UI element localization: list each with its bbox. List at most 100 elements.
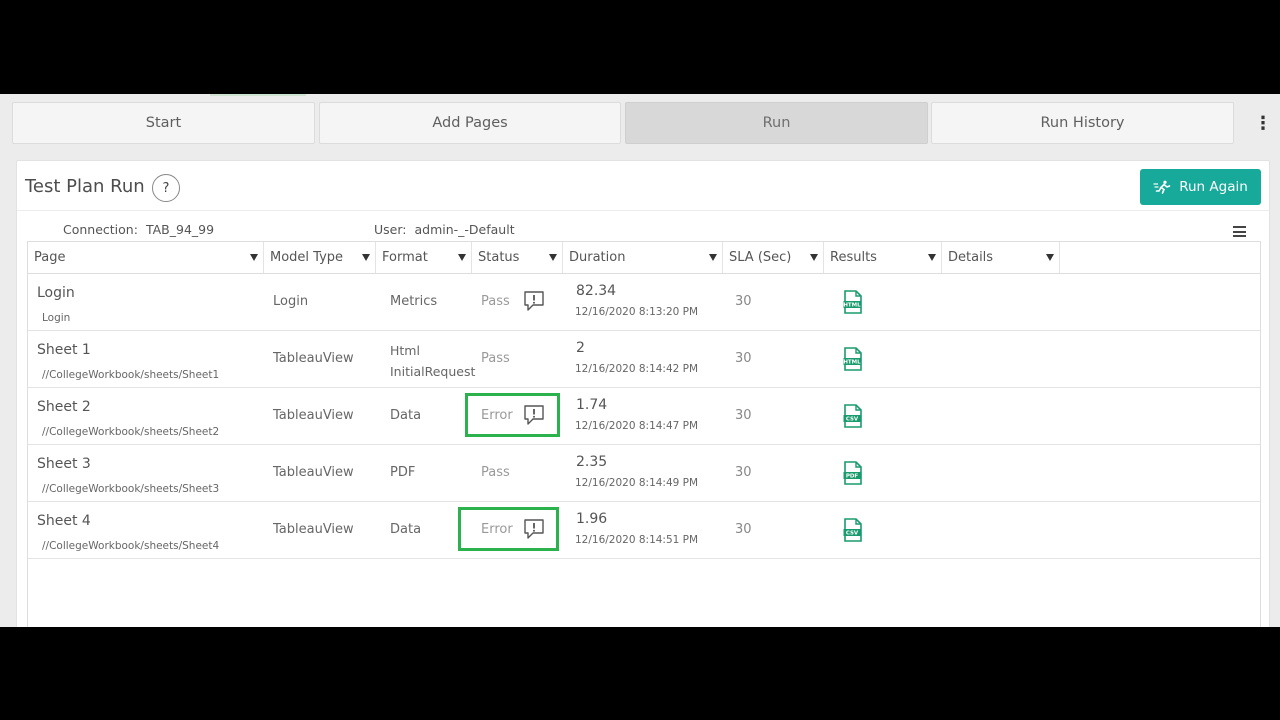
page-path: //CollegeWorkbook/sheets/Sheet1: [42, 369, 220, 381]
panel-divider: [17, 210, 1269, 211]
page-name: Sheet 2: [37, 399, 91, 415]
page-name: Sheet 3: [37, 456, 91, 472]
user-info: User: admin-_-Default: [374, 222, 515, 237]
column-menu-icon[interactable]: [1233, 226, 1246, 237]
wizard-tabs: Start Add Pages Run Run History: [12, 102, 1234, 144]
column-label: Format: [382, 250, 428, 265]
filter-icon[interactable]: [549, 254, 557, 261]
user-label: User:: [374, 222, 407, 237]
model-type: TableauView: [273, 465, 354, 480]
running-person-icon: [1153, 180, 1171, 194]
column-header-model-type[interactable]: Model Type: [264, 242, 376, 273]
status-details-icon[interactable]: [523, 404, 545, 426]
column-header-page[interactable]: Page: [28, 242, 264, 273]
page-path: //CollegeWorkbook/sheets/Sheet3: [42, 483, 220, 495]
column-header-duration[interactable]: Duration: [563, 242, 723, 273]
user-value: admin-_-Default: [414, 222, 515, 237]
csv-file-icon[interactable]: CSV: [843, 404, 863, 428]
run-timestamp: 12/16/2020 8:14:51 PM: [575, 534, 699, 546]
column-label: SLA (Sec): [729, 250, 792, 265]
duration-value: 1.74: [576, 397, 608, 413]
format-value: InitialRequest: [390, 364, 476, 379]
status-details-icon[interactable]: [523, 290, 545, 312]
page-name: Sheet 4: [37, 513, 91, 529]
page-cell: Sheet 3 //CollegeWorkbook/sheets/Sheet3: [28, 445, 264, 502]
format-value: Data: [390, 522, 422, 537]
status-details-icon[interactable]: [523, 518, 545, 540]
run-timestamp: 12/16/2020 8:14:47 PM: [575, 420, 699, 432]
table-row: Sheet 4 //CollegeWorkbook/sheets/Sheet4 Ta…: [28, 502, 1260, 559]
tab-run-history[interactable]: Run History: [931, 102, 1234, 144]
svg-text:HTML: HTML: [843, 360, 861, 366]
filter-icon[interactable]: [458, 254, 466, 261]
filter-icon[interactable]: [928, 254, 936, 261]
page-cell: Sheet 2 //CollegeWorkbook/sheets/Sheet2: [28, 388, 264, 445]
run-again-button[interactable]: Run Again: [1140, 169, 1261, 205]
table-row: Sheet 2 //CollegeWorkbook/sheets/Sheet2 Ta…: [28, 388, 1260, 445]
run-again-label: Run Again: [1179, 179, 1248, 195]
run-timestamp: 12/16/2020 8:14:42 PM: [575, 363, 699, 375]
tab-add-pages[interactable]: Add Pages: [319, 102, 621, 144]
format-cell: Html InitialRequest: [390, 340, 475, 382]
pdf-file-icon[interactable]: PDF: [843, 461, 863, 485]
duration-value: 2: [576, 340, 585, 356]
sla-value: 30: [735, 465, 752, 480]
model-type: Login: [273, 294, 309, 309]
status-text: Pass: [481, 351, 510, 366]
column-header-details[interactable]: Details: [942, 242, 1060, 273]
help-button[interactable]: ?: [152, 174, 180, 202]
table-row: Sheet 1 //CollegeWorkbook/sheets/Sheet1 Ta…: [28, 331, 1260, 388]
column-header-format[interactable]: Format: [376, 242, 472, 273]
filter-icon[interactable]: [810, 254, 818, 261]
run-timestamp: 12/16/2020 8:13:20 PM: [575, 306, 699, 318]
column-label: Status: [478, 250, 520, 265]
connection-label: Connection:: [63, 222, 138, 237]
duration-value: 1.96: [576, 511, 608, 527]
column-label: Details: [948, 250, 994, 265]
column-label: Model Type: [270, 250, 344, 265]
filter-icon[interactable]: [709, 254, 717, 261]
table-row: Sheet 3 //CollegeWorkbook/sheets/Sheet3 Ta…: [28, 445, 1260, 502]
filter-icon[interactable]: [362, 254, 370, 261]
page-name: Login: [37, 285, 75, 301]
column-label: Duration: [569, 250, 626, 265]
page-title: Test Plan Run: [25, 176, 145, 197]
svg-text:CSV: CSV: [846, 417, 859, 423]
html-file-icon[interactable]: HTML: [843, 347, 863, 371]
column-label: Results: [830, 250, 877, 265]
connection-value: TAB_94_99: [145, 222, 215, 237]
results-grid: Page Model Type Format Status Duration S…: [27, 241, 1261, 627]
page-cell: Login Login: [28, 274, 264, 331]
model-type: TableauView: [273, 351, 354, 366]
sla-value: 30: [735, 294, 752, 309]
sla-value: 30: [735, 351, 752, 366]
grid-header: Page Model Type Format Status Duration S…: [28, 242, 1260, 274]
app-screen: Start Add Pages Run Run History ⋮ Test P…: [0, 94, 1280, 627]
svg-text:CSV: CSV: [846, 531, 859, 537]
csv-file-icon[interactable]: CSV: [843, 518, 863, 542]
tab-start[interactable]: Start: [12, 102, 315, 144]
column-header-status[interactable]: Status: [472, 242, 563, 273]
model-type: TableauView: [273, 408, 354, 423]
svg-text:PDF: PDF: [846, 474, 859, 480]
connection-info: Connection: TAB_94_99: [63, 222, 214, 237]
svg-text:HTML: HTML: [843, 303, 861, 309]
model-type: TableauView: [273, 522, 354, 537]
column-header-sla[interactable]: SLA (Sec): [723, 242, 824, 273]
format-value: Metrics: [390, 294, 438, 309]
status-text: Error: [481, 408, 513, 423]
page-path: //CollegeWorkbook/sheets/Sheet2: [42, 426, 220, 438]
html-file-icon[interactable]: HTML: [843, 290, 863, 314]
format-value: Data: [390, 408, 422, 423]
tab-run[interactable]: Run: [625, 102, 928, 144]
duration-value: 2.35: [576, 454, 608, 470]
filter-icon[interactable]: [250, 254, 258, 261]
page-path: //CollegeWorkbook/sheets/Sheet4: [42, 540, 220, 552]
sla-value: 30: [735, 408, 752, 423]
column-header-results[interactable]: Results: [824, 242, 942, 273]
filter-icon[interactable]: [1046, 254, 1054, 261]
sla-value: 30: [735, 522, 752, 537]
page-path: Login: [42, 312, 71, 324]
status-text: Error: [481, 522, 513, 537]
more-menu-icon[interactable]: ⋮: [1254, 115, 1272, 134]
